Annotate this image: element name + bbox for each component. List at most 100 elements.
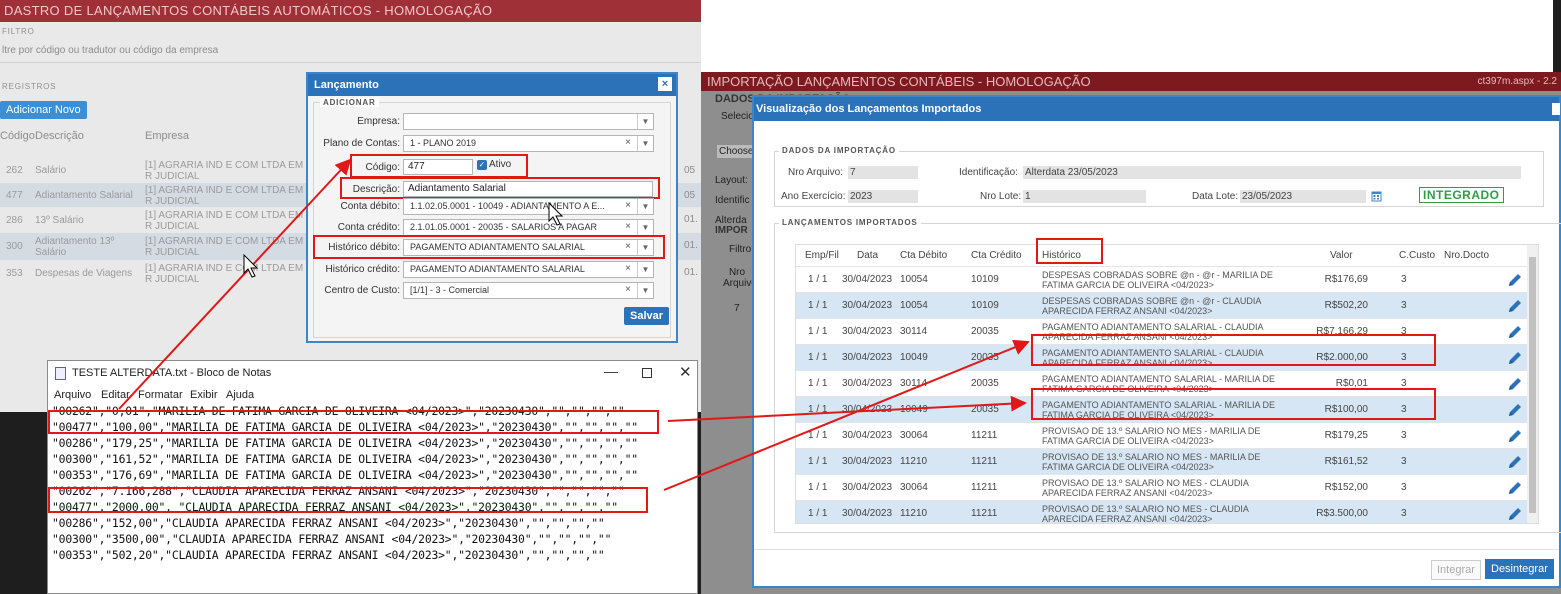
add-new-button[interactable]: Adicionar Novo — [0, 101, 87, 119]
cost-center-cell: 3 — [1401, 482, 1407, 493]
menu-editar[interactable]: Editar — [101, 389, 130, 401]
table-row[interactable]: 1 / 1 30/04/2023 11210 11211 PROVISAO DE 13.… — [796, 500, 1528, 523]
col-descricao: Descrição — [35, 130, 84, 142]
annotation-box — [1031, 388, 1436, 420]
edit-pencil-icon[interactable] — [1507, 506, 1523, 522]
identificacao-label: Identificação: — [959, 167, 1018, 178]
conta-debito-label: Conta débito: — [340, 201, 401, 212]
chevron-down-icon: ▼ — [637, 114, 653, 129]
conta-debito-select[interactable]: 1.1.02.05.0001 - 10049 - ADIANTAMENTO A … — [403, 198, 654, 215]
right-app-title: IMPORTAÇÃO LANÇAMENTOS CONTÁBEIS - HOMOL… — [707, 74, 1091, 89]
edit-pencil-icon[interactable] — [1507, 428, 1523, 444]
nro-arquivo-label: Nro Arquivo: — [788, 167, 844, 178]
date-cell: 30/04/2023 — [842, 456, 893, 467]
data-lote-field: 23/05/2023 — [1240, 190, 1366, 203]
table-row[interactable]: 1 / 1 30/04/2023 11210 11211 PROVISAO DE 13.… — [796, 448, 1528, 474]
col-header[interactable]: Nro.Docto — [1444, 245, 1489, 266]
centro-label: Centro de Custo: — [324, 285, 400, 296]
table-row[interactable]: 1 / 1 30/04/2023 10054 10109 DESPESAS COBRAD… — [796, 266, 1528, 292]
status-badge: INTEGRADO — [1419, 187, 1504, 203]
filter-input[interactable]: ltre por código ou tradutor ou código da… — [2, 45, 692, 59]
table-row[interactable]: 1 / 1 30/04/2023 30064 11211 PROVISAO DE 13.… — [796, 474, 1528, 500]
maximize-icon[interactable] — [642, 368, 652, 378]
edit-pencil-icon[interactable] — [1507, 376, 1523, 392]
emp-fil-cell: 1 / 1 — [808, 326, 828, 337]
col-header[interactable]: Emp/Fil — [805, 245, 839, 266]
edit-pencil-icon[interactable] — [1507, 324, 1523, 340]
edit-pencil-icon[interactable] — [1507, 480, 1523, 496]
menu-arquivo[interactable]: Arquivo — [54, 389, 91, 401]
value-cell: R$152,00 — [1324, 482, 1368, 493]
plano-select[interactable]: 1 - PLANO 2019 × ▼ — [403, 135, 654, 152]
centro-select[interactable]: [1/1] - 3 - Comercial × ▼ — [403, 282, 654, 299]
date-cell: 30/04/2023 — [842, 326, 893, 337]
blank-area — [701, 0, 1561, 72]
table-row[interactable]: 1 / 1 30/04/2023 10054 10109 DESPESAS COBRAD… — [796, 292, 1528, 318]
cost-center-cell: 3 — [1401, 300, 1407, 311]
bg-label: Identific — [715, 195, 750, 206]
credit-account-cell: 11211 — [971, 430, 998, 441]
filter-section-label: FILTRO — [2, 27, 35, 36]
menu-exibir[interactable]: Exibir — [190, 389, 218, 401]
emp-fil-cell: 1 / 1 — [808, 352, 828, 363]
col-header[interactable]: Cta Crédito — [971, 245, 1022, 266]
credit-account-cell: 20035 — [971, 404, 999, 415]
edit-pencil-icon[interactable] — [1507, 350, 1523, 366]
annotation-box — [313, 235, 665, 259]
clear-icon: × — [625, 263, 631, 274]
edit-pencil-icon[interactable] — [1507, 402, 1523, 418]
save-button[interactable]: Salvar — [624, 307, 670, 325]
history-cell: DESPESAS COBRADAS SOBRE @n - @r - CLAUDI… — [1042, 296, 1261, 316]
notepad-title: TESTE ALTERDATA.txt - Bloco de Notas — [72, 367, 272, 379]
integrar-button[interactable]: Integrar — [1431, 560, 1481, 580]
menu-ajuda[interactable]: Ajuda — [226, 389, 254, 401]
annotation-box — [1036, 238, 1103, 264]
col-header[interactable]: Data — [857, 245, 878, 266]
divider — [0, 62, 701, 63]
chevron-down-icon: ▼ — [637, 136, 653, 151]
close-icon[interactable] — [1552, 103, 1560, 115]
entries-grid: Emp/Fil Data Cta Débito Cta Crédito Hist… — [795, 244, 1539, 524]
cost-center-cell: 3 — [1401, 430, 1407, 441]
debit-account-cell: 30114 — [900, 378, 928, 389]
conta-credito-select[interactable]: 2.1.01.05.0001 - 20035 - SALARIOS A PAGA… — [403, 219, 654, 236]
nro-lote-label: Nro Lote: — [980, 191, 1022, 202]
col-header[interactable]: Cta Débito — [900, 245, 947, 266]
hist-credito-select[interactable]: PAGAMENTO ADIANTAMENTO SALARIAL × ▼ — [403, 261, 654, 278]
grid-scrollbar[interactable] — [1527, 245, 1538, 523]
desktop-background — [0, 412, 47, 594]
viz-title: Visualização dos Lançamentos Importados — [756, 103, 982, 115]
clear-icon: × — [625, 221, 631, 232]
chevron-down-icon: ▼ — [637, 262, 653, 277]
bg-label: 7 — [734, 303, 740, 314]
empresa-select[interactable]: ▼ — [403, 113, 654, 130]
dialog-title: Lançamento — [314, 79, 379, 91]
text-line: "00286","152,00","CLAUDIA APARECIDA FERR… — [52, 516, 605, 530]
cost-center-cell: 3 — [1401, 456, 1407, 467]
col-header[interactable]: C.Custo — [1399, 245, 1435, 266]
desintegrar-button[interactable]: Desintegrar — [1485, 559, 1554, 579]
edit-pencil-icon[interactable] — [1507, 272, 1523, 288]
close-icon[interactable]: ✕ — [679, 363, 692, 381]
emp-fil-cell: 1 / 1 — [808, 404, 828, 415]
minimize-icon[interactable]: — — [604, 363, 618, 379]
close-icon[interactable]: × — [658, 77, 672, 91]
col-header[interactable]: Valor — [1330, 245, 1353, 266]
edit-pencil-icon[interactable] — [1507, 298, 1523, 314]
bg-label: Layout: — [715, 175, 748, 186]
scroll-thumb[interactable] — [1529, 257, 1536, 513]
calendar-icon[interactable] — [1371, 190, 1382, 202]
credit-account-cell: 20035 — [971, 326, 999, 337]
left-app-titlebar: DASTRO DE LANÇAMENTOS CONTÁBEIS AUTOMÁTI… — [0, 0, 701, 22]
identificacao-field: Alterdata 23/05/2023 — [1023, 166, 1521, 179]
bg-label: Selecio — [721, 111, 754, 122]
debit-account-cell: 11210 — [900, 456, 928, 467]
table-row[interactable]: 1 / 1 30/04/2023 30064 11211 PROVISAO DE 13.… — [796, 422, 1528, 448]
menu-formatar[interactable]: Formatar — [138, 389, 183, 401]
edit-pencil-icon[interactable] — [1507, 454, 1523, 470]
chevron-down-icon: ▼ — [637, 199, 653, 214]
footer-divider — [754, 549, 1559, 550]
debit-account-cell: 10054 — [900, 300, 928, 311]
text-line: "00300","3500,00","CLAUDIA APARECIDA FER… — [52, 532, 612, 546]
empresa-label: Empresa: — [357, 116, 400, 127]
